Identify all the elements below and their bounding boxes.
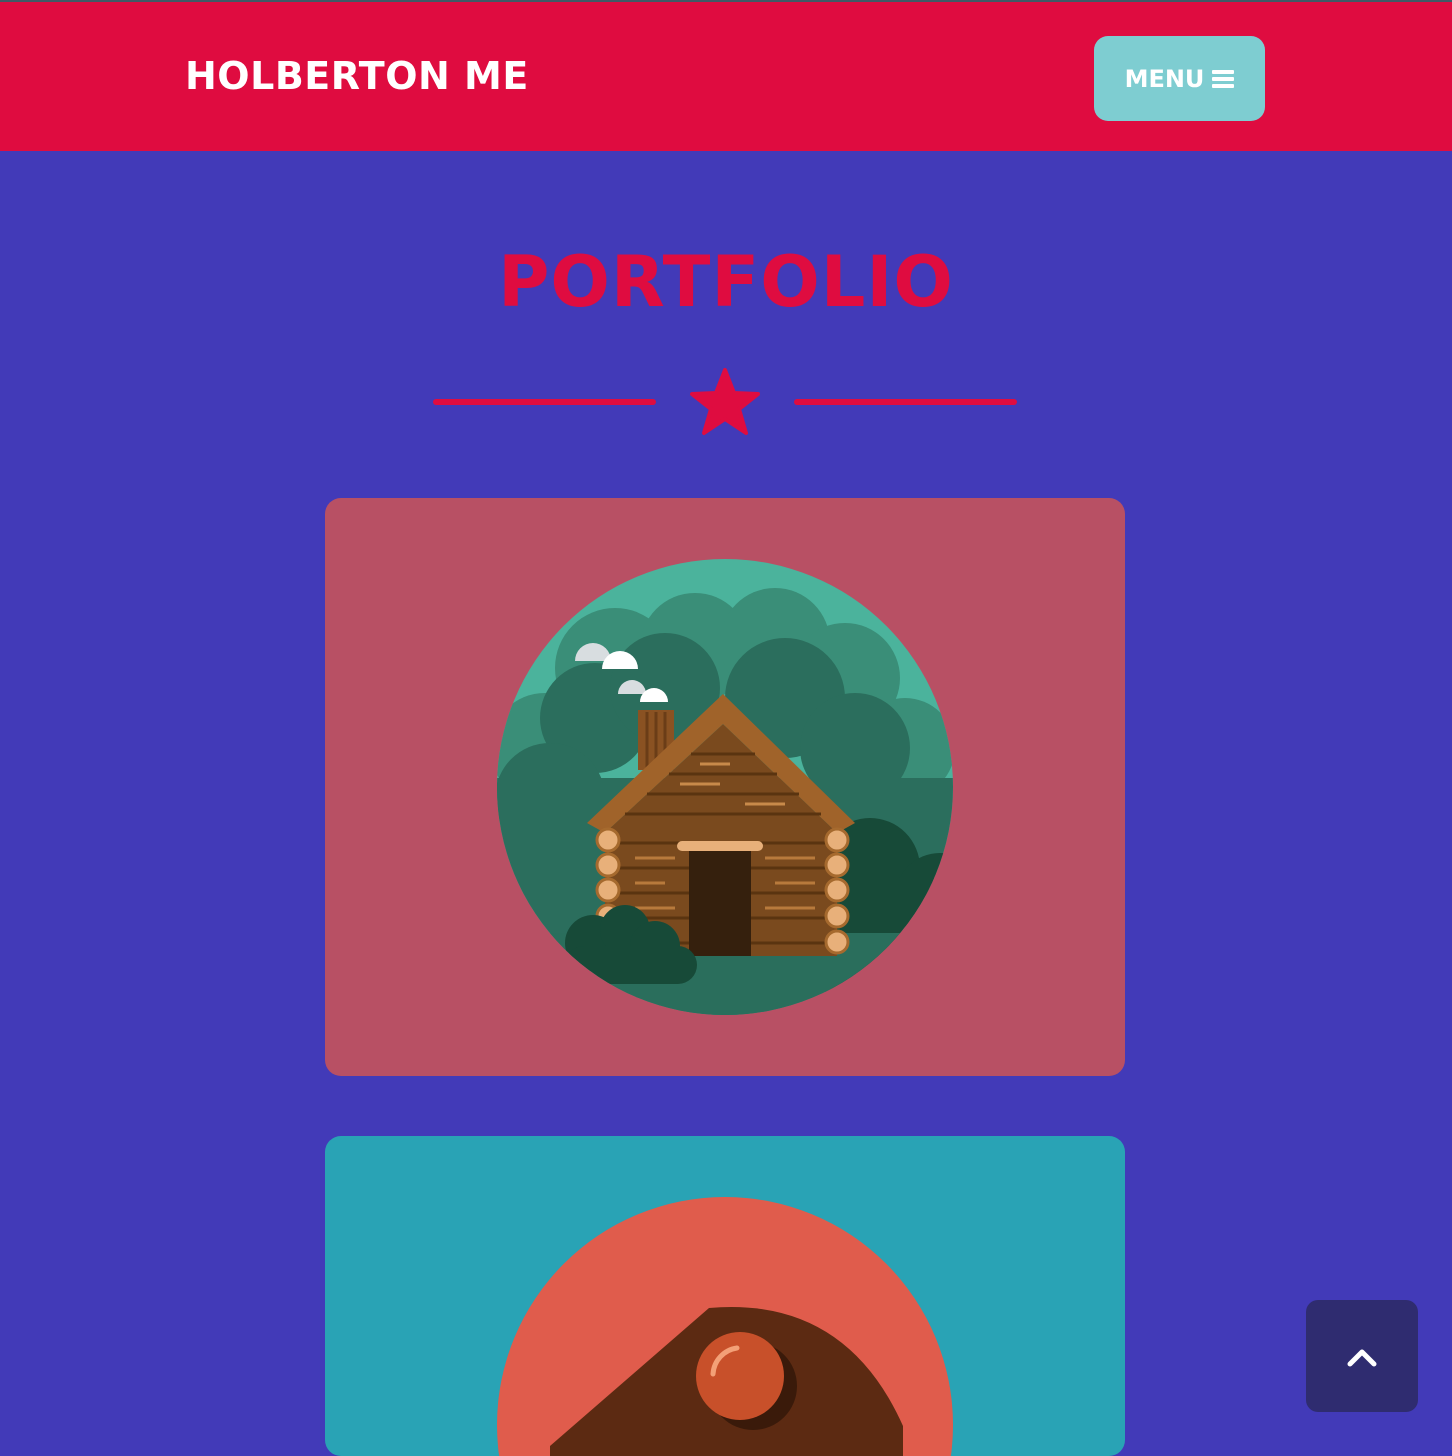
divider-line-right bbox=[794, 399, 1017, 405]
scroll-to-top-button[interactable] bbox=[1306, 1300, 1418, 1412]
brand-title[interactable]: HOLBERTON ME bbox=[185, 52, 529, 100]
menu-button[interactable]: MENU bbox=[1094, 36, 1265, 121]
section-title: PORTFOLIO bbox=[498, 241, 954, 323]
chevron-up-icon bbox=[1347, 1349, 1377, 1367]
menu-label: MENU bbox=[1124, 64, 1205, 93]
portfolio-item-cake[interactable] bbox=[325, 1136, 1125, 1456]
portfolio-item-cabin[interactable] bbox=[325, 498, 1125, 1076]
cabin-illustration bbox=[497, 559, 953, 1015]
bars-icon bbox=[1212, 67, 1235, 91]
divider-line-left bbox=[433, 399, 656, 405]
navbar: HOLBERTON ME MENU bbox=[0, 2, 1452, 151]
cake-illustration bbox=[497, 1197, 953, 1456]
star-icon bbox=[690, 368, 760, 435]
